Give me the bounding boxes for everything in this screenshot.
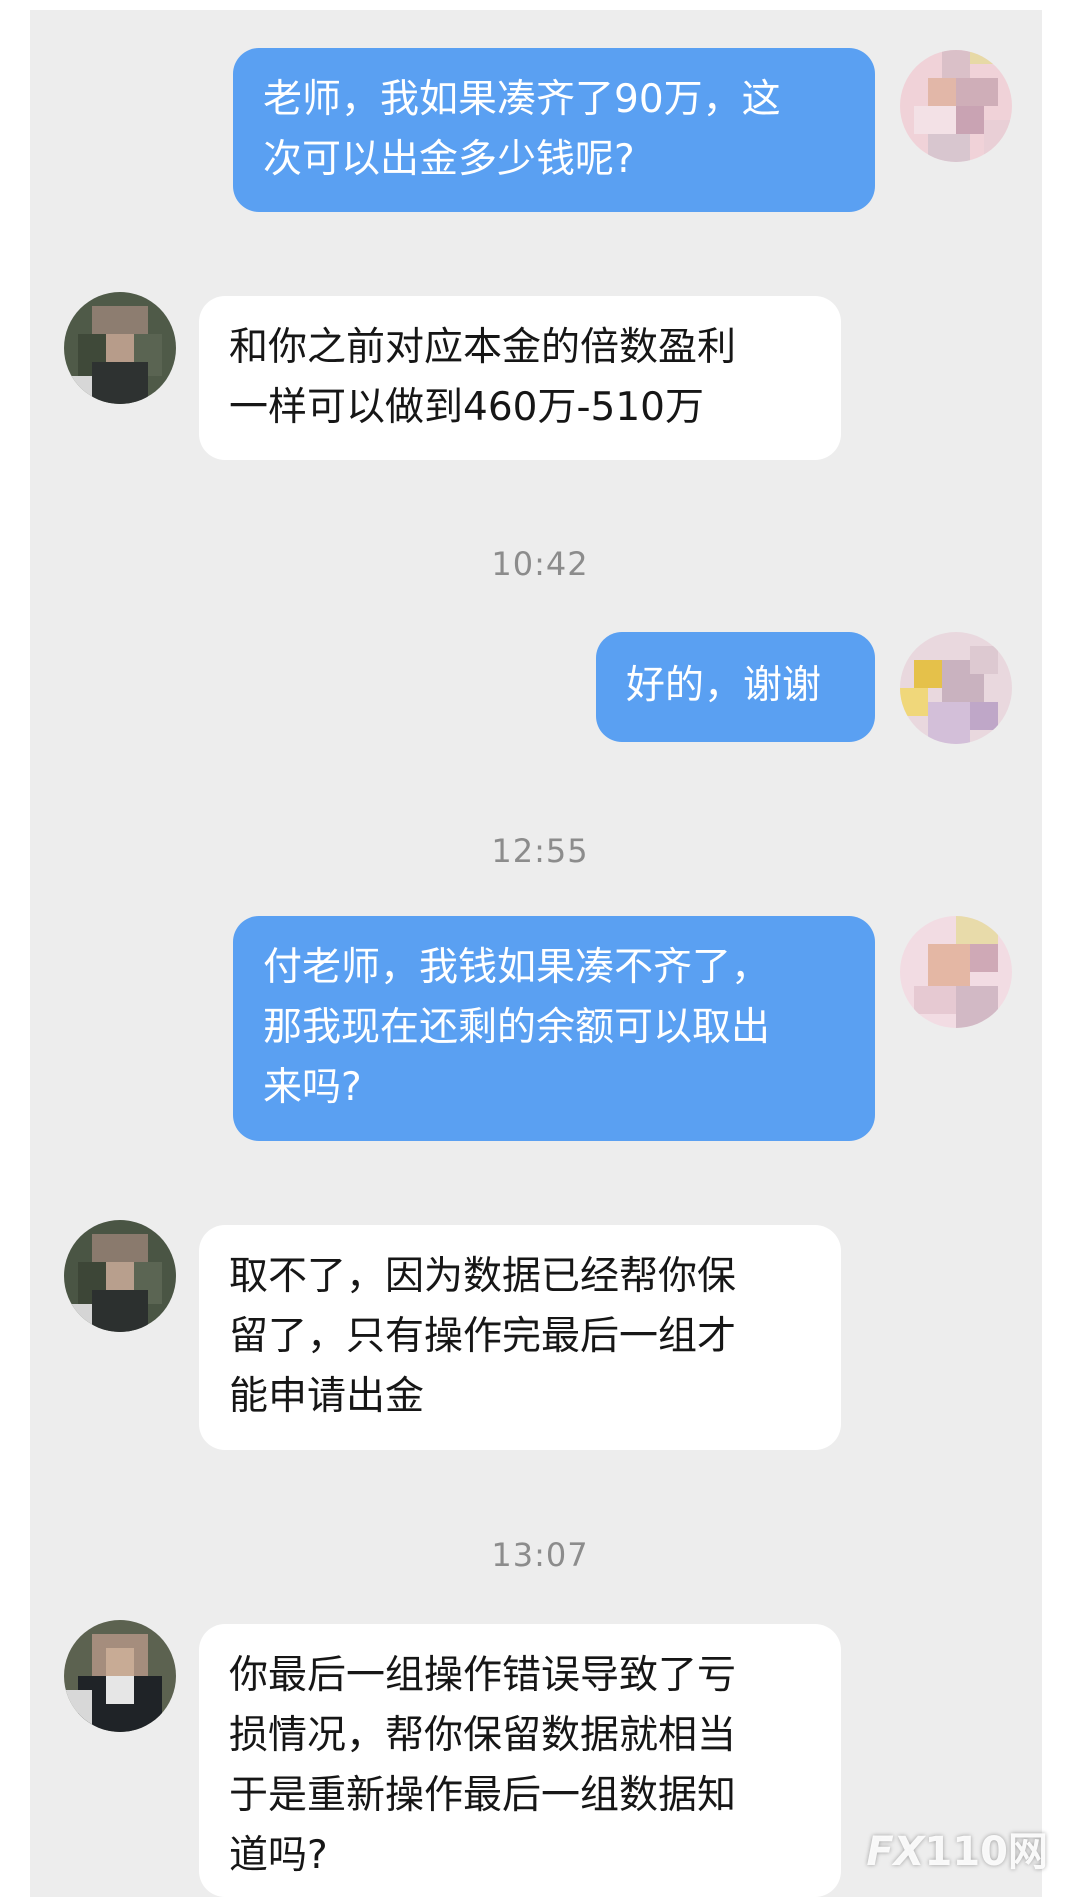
contact-avatar-icon[interactable] [64, 292, 176, 404]
timestamp: 13:07 [491, 1536, 589, 1574]
contact-avatar-icon[interactable] [64, 1620, 176, 1732]
outgoing-message-bubble[interactable]: 好的，谢谢 [596, 632, 875, 742]
my-avatar-icon[interactable] [900, 50, 1012, 162]
incoming-message-bubble[interactable]: 你最后一组操作错误导致了亏 损情况，帮你保留数据就相当 于是重新操作最后一组数据… [199, 1624, 841, 1897]
incoming-message-bubble[interactable]: 和你之前对应本金的倍数盈利 一样可以做到460万-510万 [199, 296, 841, 460]
outgoing-message-bubble[interactable]: 付老师，我钱如果凑不齐了， 那我现在还剩的余额可以取出 来吗? [233, 916, 875, 1141]
my-avatar-icon[interactable] [900, 916, 1012, 1028]
timestamp: 12:55 [491, 832, 589, 870]
incoming-message-bubble[interactable]: 取不了，因为数据已经帮你保 留了，只有操作完最后一组才 能申请出金 [199, 1225, 841, 1450]
watermark-logo: FX110网 [866, 1829, 1048, 1875]
contact-avatar-icon[interactable] [64, 1220, 176, 1332]
outgoing-message-bubble[interactable]: 老师，我如果凑齐了90万，这 次可以出金多少钱呢? [233, 48, 875, 212]
my-avatar-icon[interactable] [900, 632, 1012, 744]
timestamp: 10:42 [491, 545, 589, 583]
